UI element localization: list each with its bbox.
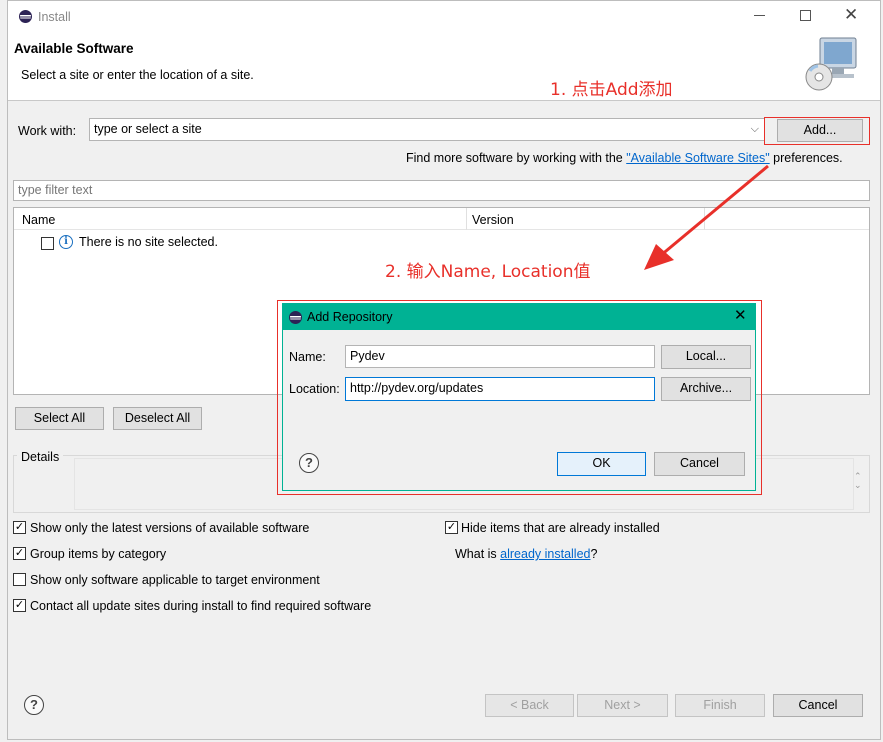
maximize-icon[interactable] <box>800 10 811 21</box>
archive-button[interactable]: Archive... <box>661 377 751 401</box>
add-highlight-box <box>764 117 870 145</box>
dialog-cancel-button[interactable]: Cancel <box>654 452 745 476</box>
minimize-icon[interactable] <box>754 15 765 16</box>
banner-subtitle: Select a site or enter the location of a… <box>21 68 254 82</box>
work-with-combo[interactable]: type or select a site ⌵ <box>89 118 765 141</box>
column-version[interactable]: Version <box>472 212 514 228</box>
column-name[interactable]: Name <box>22 212 55 228</box>
dialog-title: Add Repository <box>307 310 393 324</box>
work-with-label: Work with: <box>18 124 77 138</box>
banner-title: Available Software <box>14 41 134 56</box>
ok-button[interactable]: OK <box>557 452 646 476</box>
local-button[interactable]: Local... <box>661 345 751 369</box>
back-button[interactable]: < Back <box>485 694 574 717</box>
column-divider <box>466 208 467 230</box>
hide-installed-label: Hide items that are already installed <box>461 521 660 535</box>
already-installed-link[interactable]: already installed <box>500 547 590 561</box>
deselect-all-button[interactable]: Deselect All <box>113 407 202 430</box>
select-all-button[interactable]: Select All <box>15 407 104 430</box>
what-is-suffix: ? <box>590 547 598 561</box>
option-contact-sites-checkbox[interactable]: ✓ <box>13 599 26 612</box>
add-repository-dialog: Add Repository ✕ Name: Pydev Local... Lo… <box>282 303 756 491</box>
finish-button[interactable]: Finish <box>675 694 765 717</box>
hide-installed-checkbox[interactable]: ✓ <box>445 521 458 534</box>
location-input[interactable]: http://pydev.org/updates <box>345 377 655 401</box>
option-latest-checkbox[interactable]: ✓ <box>13 521 26 534</box>
help-icon[interactable]: ? <box>24 695 44 715</box>
row-checkbox[interactable] <box>41 237 54 250</box>
option-group-label: Group items by category <box>30 547 167 561</box>
work-with-value: type or select a site <box>94 122 202 136</box>
install-monitor-icon <box>804 35 860 93</box>
cancel-button[interactable]: Cancel <box>773 694 863 717</box>
eclipse-icon <box>289 311 302 324</box>
close-icon[interactable]: ✕ <box>734 306 747 326</box>
dialog-title-bar: Add Repository ✕ <box>283 304 755 330</box>
option-contact-sites-label: Contact all update sites during install … <box>30 599 372 613</box>
name-input[interactable]: Pydev <box>345 345 655 368</box>
close-icon[interactable]: ✕ <box>844 4 858 26</box>
option-group-checkbox[interactable]: ✓ <box>13 547 26 560</box>
eclipse-icon <box>19 10 32 23</box>
find-more-prefix: Find more software by working with the <box>406 151 627 165</box>
info-icon: i <box>59 235 73 249</box>
what-is-installed-text: What is already installed? <box>455 546 597 562</box>
dialog-name-label: Name: <box>289 350 326 364</box>
annotation-step2: 2. 输入Name, Location值 <box>385 262 591 282</box>
details-label: Details <box>17 449 64 465</box>
annotation-step1: 1. 点击Add添加 <box>550 80 673 100</box>
help-icon[interactable]: ? <box>299 453 319 473</box>
annotation-arrow <box>644 164 769 270</box>
what-is-prefix: What is <box>455 547 501 561</box>
chevron-down-icon[interactable]: ⌵ <box>751 119 759 140</box>
dialog-location-label: Location: <box>289 382 340 396</box>
option-latest-label: Show only the latest versions of availab… <box>30 521 310 535</box>
details-scroll-icon[interactable]: ⌃ ⌄ <box>854 472 862 490</box>
empty-message: There is no site selected. <box>79 235 218 249</box>
find-more-suffix: preferences. <box>769 151 843 165</box>
option-target-env-label: Show only software applicable to target … <box>30 573 320 587</box>
filter-placeholder: type filter text <box>18 183 93 197</box>
location-input-value: http://pydev.org/updates <box>350 381 484 395</box>
option-target-env-checkbox[interactable] <box>13 573 26 586</box>
title-bar: Install ✕ <box>8 1 880 31</box>
banner: Available Software Select a site or ente… <box>8 31 880 101</box>
next-button[interactable]: Next > <box>577 694 668 717</box>
name-input-value: Pydev <box>350 349 385 363</box>
window-title: Install <box>38 10 71 24</box>
